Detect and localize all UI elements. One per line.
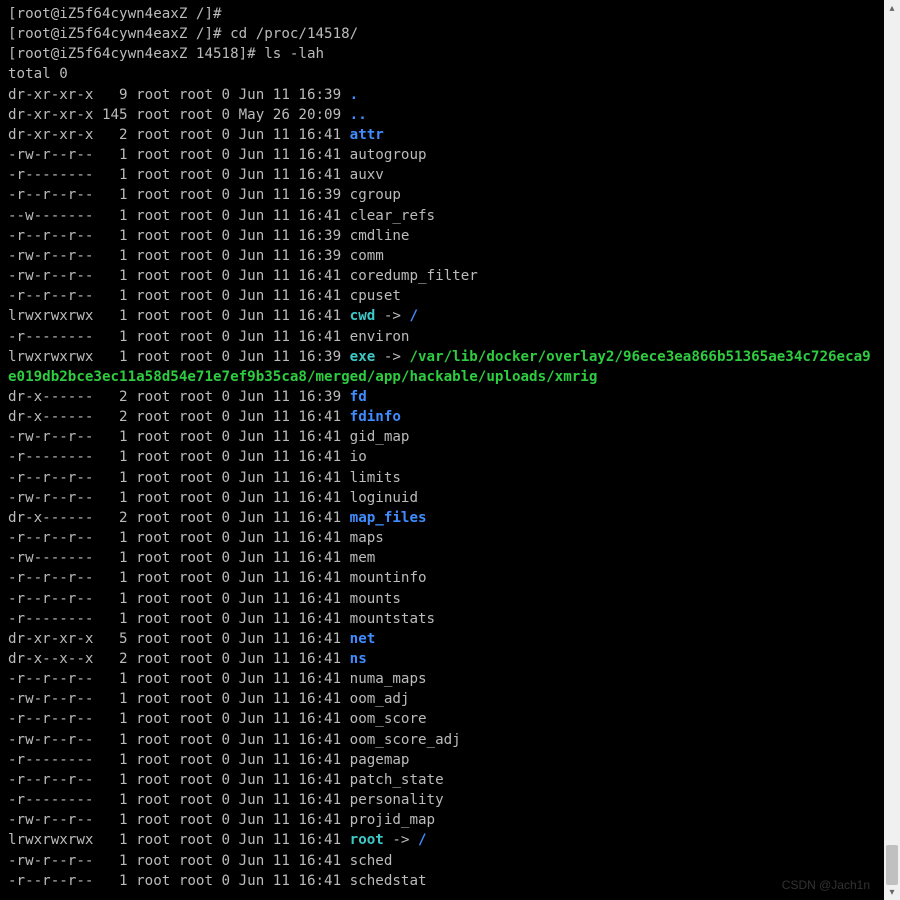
scrollbar[interactable]: ▴ ▾ bbox=[884, 0, 900, 900]
scroll-down-icon[interactable]: ▾ bbox=[887, 887, 897, 897]
scroll-up-icon[interactable]: ▴ bbox=[887, 3, 897, 13]
scroll-thumb[interactable] bbox=[886, 845, 898, 885]
terminal-output[interactable]: [root@iZ5f64cywn4eaxZ /]# [root@iZ5f64cy… bbox=[0, 0, 880, 900]
watermark-text: CSDN @Jach1n bbox=[782, 878, 870, 892]
